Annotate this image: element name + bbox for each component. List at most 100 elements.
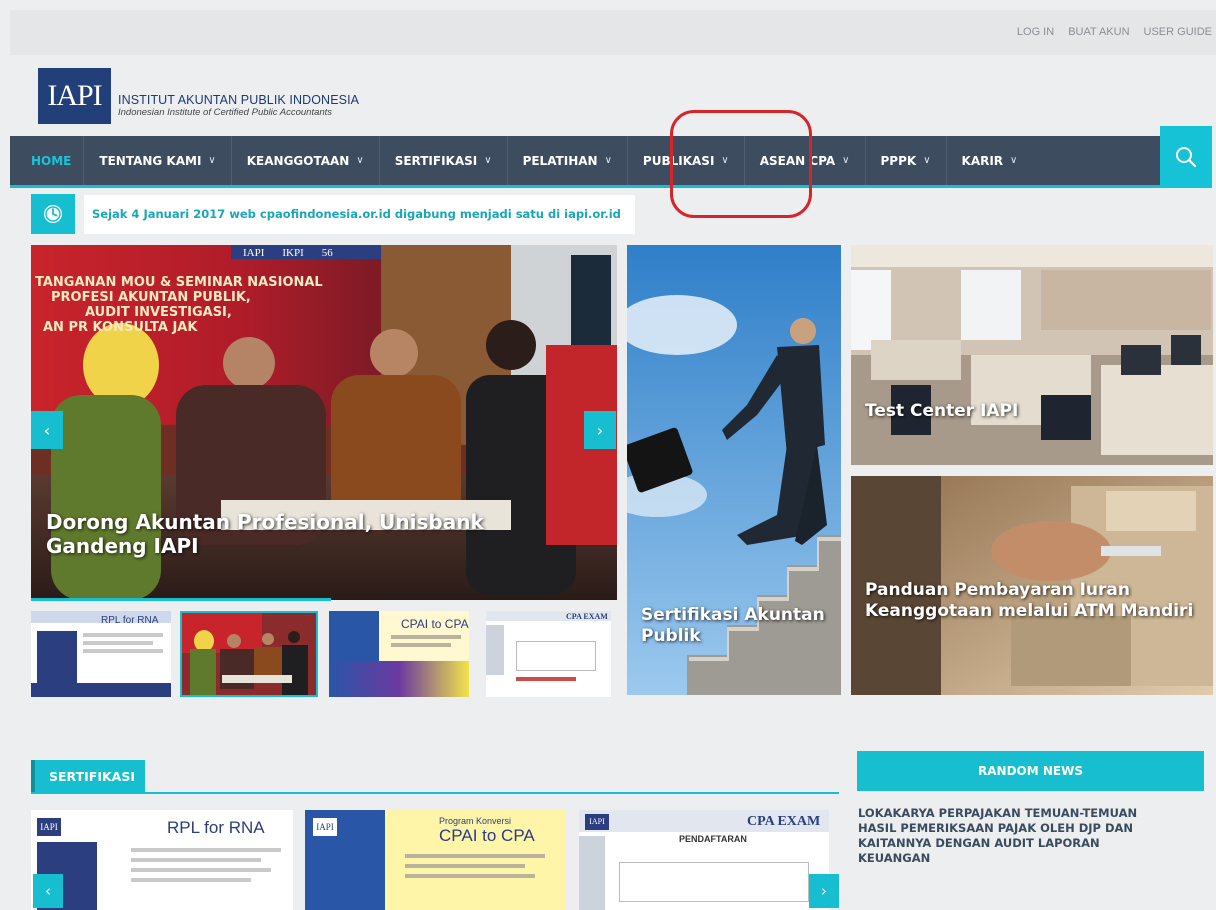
thumb-footer <box>31 683 171 697</box>
thumb-line <box>83 649 163 653</box>
nav-sertifikasi[interactable]: SERTIFIKASI ∨ <box>380 136 508 185</box>
banner-logo: 56 <box>321 247 333 259</box>
tile-caption: Sertifikasi Akuntan Publik <box>641 605 825 646</box>
buat-akun-link[interactable]: BUAT AKUN <box>1068 26 1129 38</box>
section-prev-button[interactable]: ‹ <box>33 874 63 908</box>
clock-icon <box>44 205 62 223</box>
site-subtitle: Indonesian Institute of Certified Public… <box>118 107 333 118</box>
nav-label: KEANGGOTAAN <box>246 153 350 168</box>
thumb-graphic <box>329 661 469 697</box>
top-links: LOG IN BUAT AKUN USER GUIDE <box>1017 26 1212 38</box>
card-graphic <box>579 836 605 910</box>
search-button[interactable] <box>1160 126 1212 188</box>
thumb-title: RPL for RNA <box>101 615 159 626</box>
thumbnail[interactable]: RPL for RNA <box>31 611 171 697</box>
nav-label: PELATIHAN <box>522 153 598 168</box>
thumb-graphic <box>37 631 77 683</box>
tile-panduan[interactable]: Panduan Pembayaran Iuran Keanggotaan mel… <box>851 476 1213 695</box>
card-kicker: Program Konversi <box>439 816 512 826</box>
iapi-logo[interactable]: IAPI <box>38 68 111 124</box>
nav-publikasi[interactable]: PUBLIKASI ∨ <box>628 136 745 185</box>
nav-label: HOME <box>31 153 72 168</box>
card-cpa-exam[interactable]: IAPI CPA EXAM PENDAFTARAN <box>579 810 829 910</box>
chevron-down-icon: ∨ <box>842 155 850 166</box>
banner-logo: IKPI <box>282 247 304 259</box>
card-cpai-to-cpa[interactable]: IAPI Program Konversi CPAI to CPA <box>305 810 565 910</box>
logo-text: INSTITUT AKUNTAN PUBLIK INDONESIA Indone… <box>118 93 359 118</box>
card-line <box>405 874 535 878</box>
card-line <box>405 864 525 868</box>
slider-banner-text: TANGANAN MOU & SEMINAR NASIONAL PROFESI … <box>35 275 323 335</box>
thumb-photo <box>182 613 316 695</box>
card-logo: IAPI <box>37 818 61 836</box>
main-nav: HOME TENTANG KAMI ∨ KEANGGOTAAN ∨ SERTIFIK… <box>10 136 1160 188</box>
chevron-down-icon: ∨ <box>923 155 931 166</box>
thumb-line <box>391 635 461 639</box>
nav-asean-cpa[interactable]: ASEAN CPA ∨ <box>745 136 866 185</box>
banner-logo: IAPI <box>243 247 265 259</box>
thumb-table <box>516 641 596 671</box>
card-rpl-for-rna[interactable]: IAPI RPL for RNA <box>31 810 293 910</box>
thumbnail[interactable]: CPA EXAM <box>486 611 611 697</box>
card-line <box>131 868 271 872</box>
banner-line: PROFESI AKUNTAN PUBLIK, <box>51 290 251 305</box>
nav-keanggotaan[interactable]: KEANGGOTAAN ∨ <box>232 136 380 185</box>
tile-caption: Test Center IAPI <box>865 401 1019 421</box>
tile-sertifikasi[interactable]: Sertifikasi Akuntan Publik <box>627 245 841 695</box>
thumbnail[interactable]: CPAI to CPA <box>329 611 469 697</box>
slider-banner-logos: IAPI IKPI 56 <box>243 247 333 259</box>
random-news-title: RANDOM NEWS <box>857 751 1204 791</box>
slider-progress-bar <box>31 598 331 601</box>
site-title: INSTITUT AKUNTAN PUBLIK INDONESIA <box>118 93 360 107</box>
card-subtitle: PENDAFTARAN <box>679 834 747 844</box>
chevron-down-icon: ∨ <box>604 155 612 166</box>
top-bar: LOG IN BUAT AKUN USER GUIDE <box>10 10 1216 55</box>
nav-karir[interactable]: KARIR ∨ <box>947 136 1033 185</box>
chevron-down-icon: ∨ <box>208 155 216 166</box>
tile-test-center[interactable]: Test Center IAPI <box>851 245 1213 465</box>
slider-next-button[interactable]: › <box>584 411 616 449</box>
slide-caption[interactable]: Dorong Akuntan Profesional, Unisbank Gan… <box>46 510 576 558</box>
card-logo: IAPI <box>585 814 609 830</box>
thumb-graphic <box>486 625 504 675</box>
ticker-icon-box <box>31 194 75 234</box>
card-title: CPAI to CPA <box>439 826 535 845</box>
card-line <box>131 858 261 862</box>
news-ticker[interactable]: Sejak 4 Januari 2017 web cpaofindonesia.… <box>84 195 635 234</box>
tile-photo <box>851 245 1213 465</box>
card-table <box>619 862 809 902</box>
main-slider[interactable]: TANGANAN MOU & SEMINAR NASIONAL PROFESI … <box>31 245 617 600</box>
search-icon <box>1176 147 1197 168</box>
random-news-headline[interactable]: LOKAKARYA PERPAJAKAN TEMUAN-TEMUAN HASIL… <box>858 806 1158 866</box>
card-line <box>131 878 251 882</box>
nav-label: TENTANG KAMI <box>99 153 202 168</box>
thumb-line <box>83 641 153 645</box>
nav-tentang-kami[interactable]: TENTANG KAMI ∨ <box>84 136 232 185</box>
header: IAPI INSTITUT AKUNTAN PUBLIK INDONESIA I… <box>10 55 1216 135</box>
nav-pppk[interactable]: PPPK ∨ <box>866 136 947 185</box>
thumb-title: CPA EXAM <box>566 612 608 621</box>
thumbnail-active[interactable] <box>180 611 318 697</box>
slider-prev-button[interactable]: ‹ <box>31 411 63 449</box>
section-next-button[interactable]: › <box>809 874 839 908</box>
nav-label: PUBLIKASI <box>642 153 715 168</box>
thumb-line <box>83 633 163 637</box>
section-title: SERTIFIKASI <box>31 760 145 792</box>
card-line <box>131 848 281 852</box>
nav-pelatihan[interactable]: PELATIHAN ∨ <box>508 136 628 185</box>
nav-home[interactable]: HOME <box>10 136 85 185</box>
login-link[interactable]: LOG IN <box>1017 26 1054 38</box>
user-guide-link[interactable]: USER GUIDE <box>1144 26 1212 38</box>
chevron-down-icon: ∨ <box>721 155 729 166</box>
card-line <box>405 854 545 858</box>
thumb-line <box>516 677 576 681</box>
thumb-line <box>391 643 451 647</box>
nav-label: ASEAN CPA <box>759 153 836 168</box>
banner-line: AUDIT INVESTIGASI, <box>85 305 232 320</box>
section-divider <box>31 792 839 794</box>
chevron-down-icon: ∨ <box>484 155 492 166</box>
banner-line: AN PR KONSULTA JAK <box>43 320 198 335</box>
banner-line: TANGANAN MOU & SEMINAR NASIONAL <box>35 275 323 290</box>
chevron-down-icon: ∨ <box>356 155 364 166</box>
nav-label: PPPK <box>880 153 917 168</box>
